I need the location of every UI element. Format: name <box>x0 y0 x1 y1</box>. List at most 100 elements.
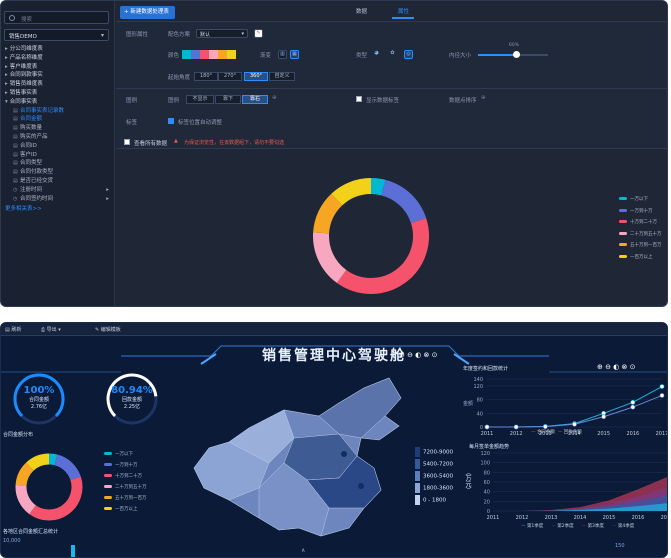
amount-legend-item[interactable]: 十万到二十万 <box>104 473 142 479</box>
donut-slice[interactable] <box>313 232 347 283</box>
amount-donut-slice[interactable] <box>48 453 58 466</box>
map-legend-item[interactable]: 0 - 1800 <box>415 495 446 505</box>
table-group-item[interactable]: 分公司维度表 <box>5 45 113 54</box>
donut-slice[interactable] <box>313 193 343 234</box>
data-point[interactable] <box>630 400 636 405</box>
legend-right[interactable]: 靠右 <box>242 95 268 104</box>
title-icons[interactable]: ⊕ ⊖ ◐ ⊗ ⊙ <box>399 351 437 359</box>
field-item[interactable]: ◷ 合同签约时间 ▸ <box>5 195 113 204</box>
donut-slice[interactable] <box>336 218 429 294</box>
map-legend-item[interactable]: 3600-5400 <box>415 471 453 481</box>
donut-icon[interactable]: ◎ <box>404 50 413 59</box>
legend-hide[interactable]: 不显示 <box>186 95 214 104</box>
amount-donut-slice[interactable] <box>15 462 34 486</box>
amount-legend-item[interactable]: 一万以下 <box>104 451 133 457</box>
table-group-item[interactable]: 产品名称维度 <box>5 54 113 63</box>
show-all-checkbox[interactable] <box>124 139 130 145</box>
angle-360[interactable]: 360° <box>244 72 268 81</box>
table-group-item[interactable]: 合同事实表 <box>5 98 113 107</box>
amount-donut-slice[interactable] <box>29 476 83 521</box>
export-button[interactable]: ⎙ 导出 ▾ <box>41 326 61 333</box>
color-swatch[interactable] <box>191 50 200 59</box>
new-data-table-button[interactable]: + 新建数据处理表 <box>120 6 175 19</box>
more-tables-link[interactable]: 更多相关表>> <box>5 204 113 212</box>
edit-color-icon[interactable]: ✎ <box>254 29 263 38</box>
amount-legend-item[interactable]: 一万到十万 <box>104 462 138 468</box>
angle-custom[interactable]: 自定义 <box>269 72 295 81</box>
table-group-item[interactable]: 销售员维度表 <box>5 80 113 89</box>
color-swatch[interactable] <box>227 50 236 59</box>
data-point[interactable] <box>513 424 519 430</box>
amount-legend-item[interactable]: 一百万以上 <box>104 506 138 512</box>
amount-donut-slice[interactable] <box>15 484 37 515</box>
angle-180[interactable]: 180° <box>194 72 218 81</box>
donut-legend-item[interactable]: 十万到二十万 <box>619 219 657 225</box>
data-point[interactable] <box>659 384 665 389</box>
field-item[interactable]: ▤ 购买的产品 <box>5 133 113 142</box>
donut-slice[interactable] <box>370 178 386 196</box>
color-swatch[interactable] <box>182 50 191 59</box>
refresh-button[interactable]: ▤ 刷新 <box>5 326 21 333</box>
measure-field-icon: ▤ <box>13 151 18 158</box>
area-legend-item[interactable]: — 第4季度 <box>612 524 634 529</box>
donut-slice[interactable] <box>381 179 427 224</box>
field-item[interactable]: ▤ 客户ID <box>5 151 113 160</box>
donut-slice[interactable] <box>331 178 372 206</box>
color-swatch[interactable] <box>200 50 209 59</box>
map-legend-item[interactable]: 1800-3600 <box>415 483 453 493</box>
area-legend-item[interactable]: — 第3季度 <box>582 524 604 529</box>
color-swatch[interactable] <box>218 50 227 59</box>
field-item[interactable]: ▤ 合同付款类型 <box>5 168 113 177</box>
field-item[interactable]: ▤ 合同事实表记录数 <box>5 107 113 116</box>
area-legend-item[interactable]: — 第2季度 <box>551 524 573 529</box>
field-item[interactable]: ▤ 合同金额 <box>5 115 113 124</box>
search-input[interactable]: 搜索 <box>4 11 109 24</box>
data-point[interactable] <box>572 421 577 427</box>
tab-data[interactable]: 数据 <box>356 7 367 15</box>
angle-270[interactable]: 270° <box>218 72 242 81</box>
field-item[interactable]: ▤ 是否已经交货 <box>5 177 113 186</box>
color-scheme-value: 默认 <box>200 32 211 38</box>
donut-legend-item[interactable]: 一万到十万 <box>619 208 653 214</box>
field-item[interactable]: ◷ 注册时间 ▸ <box>5 186 113 195</box>
amount-legend-item[interactable]: 二十万到五十万 <box>104 484 147 490</box>
rose-icon[interactable]: ✿ <box>388 50 397 59</box>
edit-template-button[interactable]: ✎ 编辑模板 <box>95 326 121 333</box>
data-point[interactable] <box>630 404 636 410</box>
inner-radius-slider[interactable] <box>478 51 548 58</box>
donut-legend-item[interactable]: 一百万以上 <box>619 254 653 260</box>
legend-bottom[interactable]: 靠下 <box>215 95 241 104</box>
color-swatches[interactable] <box>182 50 242 59</box>
color-swatch[interactable] <box>209 50 218 59</box>
color-scheme-select[interactable]: 默认 ▾ <box>196 29 248 38</box>
field-item[interactable]: ▤ 合同类型 <box>5 159 113 168</box>
field-item[interactable]: ▤ 合同ID <box>5 142 113 151</box>
table-group-item[interactable]: 销售事实表 <box>5 89 113 98</box>
area-legend-item[interactable]: — 第1季度 <box>521 524 543 529</box>
map-legend-item[interactable]: 5400-7200 <box>415 459 453 469</box>
amount-donut-slice[interactable] <box>26 453 50 471</box>
bar-chart-icon[interactable]: ▥ <box>278 50 287 59</box>
china-map[interactable]: ∧ <box>189 368 414 558</box>
donut-legend-item[interactable]: 一万以下 <box>619 196 648 202</box>
amount-legend-item[interactable]: 五十万到一百万 <box>104 495 147 501</box>
dataset-select[interactable]: 销售DEMO ▾ <box>4 29 109 41</box>
show-data-label-checkbox[interactable] <box>356 96 362 102</box>
line-chart-icons[interactable]: ⊕ ⊖ ◐ ⊗ ⊙ <box>597 363 635 371</box>
auto-label-checkbox[interactable] <box>168 118 174 124</box>
table-group-item[interactable]: 客户维度表 <box>5 63 113 72</box>
field-item[interactable]: ▤ 购买数量 <box>5 124 113 133</box>
table-group-item[interactable]: 合同到款事实 <box>5 71 113 80</box>
map-legend-item[interactable]: 7200-9000 <box>415 447 453 457</box>
amount-donut-slice[interactable] <box>54 454 81 481</box>
donut-legend-item[interactable]: 二十万到五十万 <box>619 231 662 237</box>
data-point[interactable] <box>484 424 490 430</box>
pie-icon[interactable]: ◕ <box>372 50 381 59</box>
donut-legend-item[interactable]: 五十万到一百万 <box>619 242 662 248</box>
gradient-label: 渐变 <box>260 53 272 59</box>
bar-chart-alt-icon[interactable]: ▦ <box>290 50 299 59</box>
tab-properties[interactable]: 属性 <box>398 7 409 15</box>
data-point[interactable] <box>659 393 665 398</box>
data-point[interactable] <box>601 414 606 420</box>
inner-radius-slider-knob[interactable] <box>513 51 520 58</box>
